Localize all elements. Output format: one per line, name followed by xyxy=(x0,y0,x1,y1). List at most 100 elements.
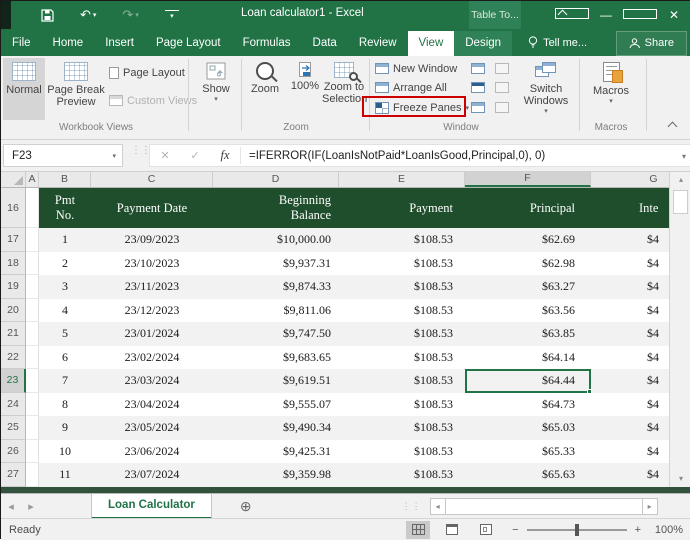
cell-interest[interactable]: $4 xyxy=(591,299,669,323)
cell-a[interactable] xyxy=(26,345,39,369)
tab-page-layout[interactable]: Page Layout xyxy=(145,31,232,56)
row-header[interactable]: 16 xyxy=(1,188,26,228)
cell-date[interactable]: 23/01/2024 xyxy=(91,322,213,346)
tab-home[interactable]: Home xyxy=(42,31,95,56)
cell-a[interactable] xyxy=(26,228,39,252)
maximize-button[interactable] xyxy=(623,8,657,22)
cell-principal[interactable]: $62.98 xyxy=(465,252,591,276)
row-header[interactable]: 18 xyxy=(1,251,26,275)
column-header-a[interactable]: A xyxy=(26,172,39,187)
save-icon[interactable] xyxy=(41,8,54,22)
cell-interest[interactable]: $4 xyxy=(591,440,669,464)
row-header[interactable]: 22 xyxy=(1,345,26,369)
header-principal[interactable]: Principal xyxy=(465,188,591,228)
cell-principal[interactable]: $64.73 xyxy=(465,393,591,417)
synchronous-scrolling-button[interactable] xyxy=(495,79,509,96)
column-header-g[interactable]: G xyxy=(591,172,669,187)
row-header[interactable]: 21 xyxy=(1,322,26,346)
cell-pmt[interactable]: 11 xyxy=(39,463,91,487)
cell-interest[interactable]: $4 xyxy=(591,322,669,346)
row-header[interactable]: 24 xyxy=(1,392,26,416)
cell-balance[interactable]: $9,555.07 xyxy=(213,393,339,417)
cell-principal[interactable]: $65.33 xyxy=(465,440,591,464)
header-pmt-no[interactable]: Pmt No. xyxy=(39,188,91,228)
cell-balance[interactable]: $9,747.50 xyxy=(213,322,339,346)
collapse-ribbon-icon[interactable] xyxy=(668,120,677,129)
vertical-scrollbar[interactable]: ▴ ▾ xyxy=(669,172,690,487)
cell-a[interactable] xyxy=(26,416,39,440)
scroll-up-icon[interactable]: ▴ xyxy=(670,172,690,188)
tab-view[interactable]: View xyxy=(407,31,455,56)
cell-date[interactable]: 23/06/2024 xyxy=(91,440,213,464)
cell-date[interactable]: 23/02/2024 xyxy=(91,346,213,370)
cell-date[interactable]: 23/11/2023 xyxy=(91,275,213,299)
cell-interest[interactable]: $4 xyxy=(591,346,669,370)
cell-payment[interactable]: $108.53 xyxy=(339,346,465,370)
cell-interest[interactable]: $4 xyxy=(591,252,669,276)
column-header-c[interactable]: C xyxy=(91,172,213,187)
cell-balance[interactable]: $9,683.65 xyxy=(213,346,339,370)
sheet-nav-right-icon[interactable]: ▸ xyxy=(21,500,41,513)
cell-balance[interactable]: $10,000.00 xyxy=(213,228,339,252)
undo-button[interactable]: ↶ ▾ xyxy=(80,7,96,23)
cell-date[interactable]: 23/12/2023 xyxy=(91,299,213,323)
formula-text[interactable]: =IFERROR(IF(LoanIsNotPaid*LoanIsGood,Pri… xyxy=(249,150,545,162)
zoom-button[interactable]: Zoom xyxy=(245,58,285,120)
row-header[interactable]: 17 xyxy=(1,228,26,252)
status-page-layout-button[interactable] xyxy=(440,521,464,539)
cell-pmt[interactable]: 10 xyxy=(39,440,91,464)
split-button[interactable] xyxy=(471,60,485,77)
view-side-by-side-button[interactable] xyxy=(495,60,509,77)
selected-cell[interactable]: $64.44 xyxy=(465,369,592,393)
cell-payment[interactable]: $108.53 xyxy=(339,299,465,323)
header-interest[interactable]: Inte xyxy=(591,188,669,228)
column-header-d[interactable]: D xyxy=(213,172,339,187)
redo-button[interactable]: ↷ ▾ xyxy=(122,7,138,23)
insert-function-icon[interactable]: fx xyxy=(210,148,240,163)
name-box[interactable]: F23 ▾ xyxy=(3,144,123,167)
cell-principal[interactable]: $63.85 xyxy=(465,322,591,346)
tab-insert[interactable]: Insert xyxy=(94,31,145,56)
column-header-e[interactable]: E xyxy=(339,172,465,187)
cell-principal[interactable]: $65.03 xyxy=(465,416,591,440)
cell-payment[interactable]: $108.53 xyxy=(339,252,465,276)
reset-window-position-button[interactable] xyxy=(495,99,509,116)
cell-pmt[interactable]: 2 xyxy=(39,252,91,276)
tab-file[interactable]: File xyxy=(1,31,42,56)
cell-a[interactable] xyxy=(26,298,39,322)
formula-input-area[interactable]: ✕ ✓ fx =IFERROR(IF(LoanIsNotPaid*LoanIsG… xyxy=(149,144,690,167)
tab-data[interactable]: Data xyxy=(302,31,348,56)
cancel-icon[interactable]: ✕ xyxy=(150,149,180,162)
cell-pmt[interactable]: 1 xyxy=(39,228,91,252)
status-normal-view-button[interactable] xyxy=(406,520,431,539)
header-payment-date[interactable]: Payment Date xyxy=(91,188,213,228)
cell-date[interactable]: 23/09/2023 xyxy=(91,228,213,252)
row-header[interactable]: 19 xyxy=(1,275,26,299)
formula-bar-resize-handle[interactable]: ⋮⋮ xyxy=(131,146,151,164)
enter-icon[interactable]: ✓ xyxy=(180,149,210,162)
expand-formula-bar-icon[interactable]: ▾ xyxy=(682,152,686,161)
sheet-tab-loan-calculator[interactable]: Loan Calculator xyxy=(91,493,212,519)
cell-pmt[interactable]: 6 xyxy=(39,346,91,370)
cell-balance[interactable]: $9,937.31 xyxy=(213,252,339,276)
cell-interest[interactable]: $4 xyxy=(591,228,669,252)
tell-me-box[interactable]: Tell me... xyxy=(518,30,597,56)
cell-a[interactable] xyxy=(26,251,39,275)
cell-a[interactable] xyxy=(26,275,39,299)
cell-date[interactable]: 23/10/2023 xyxy=(91,252,213,276)
cell-principal[interactable]: $62.69 xyxy=(465,228,591,252)
zoom-in-icon[interactable]: + xyxy=(635,524,641,536)
zoom-to-selection-button[interactable]: Zoom to Selection xyxy=(322,58,367,120)
arrange-all-button[interactable]: Arrange All xyxy=(375,79,447,96)
cell-principal[interactable]: $63.27 xyxy=(465,275,591,299)
customize-qat-button[interactable]: ▾ xyxy=(164,10,179,20)
hide-button[interactable] xyxy=(471,79,485,96)
header-payment[interactable]: Payment xyxy=(339,188,465,228)
scroll-down-icon[interactable]: ▾ xyxy=(670,471,690,487)
cell-pmt[interactable]: 7 xyxy=(39,369,91,393)
show-button[interactable]: Show ▾ xyxy=(193,58,239,120)
scroll-right-icon[interactable]: ▸ xyxy=(641,497,658,515)
cell-pmt[interactable]: 3 xyxy=(39,275,91,299)
cell-balance[interactable]: $9,359.98 xyxy=(213,463,339,487)
cell-pmt[interactable]: 8 xyxy=(39,393,91,417)
